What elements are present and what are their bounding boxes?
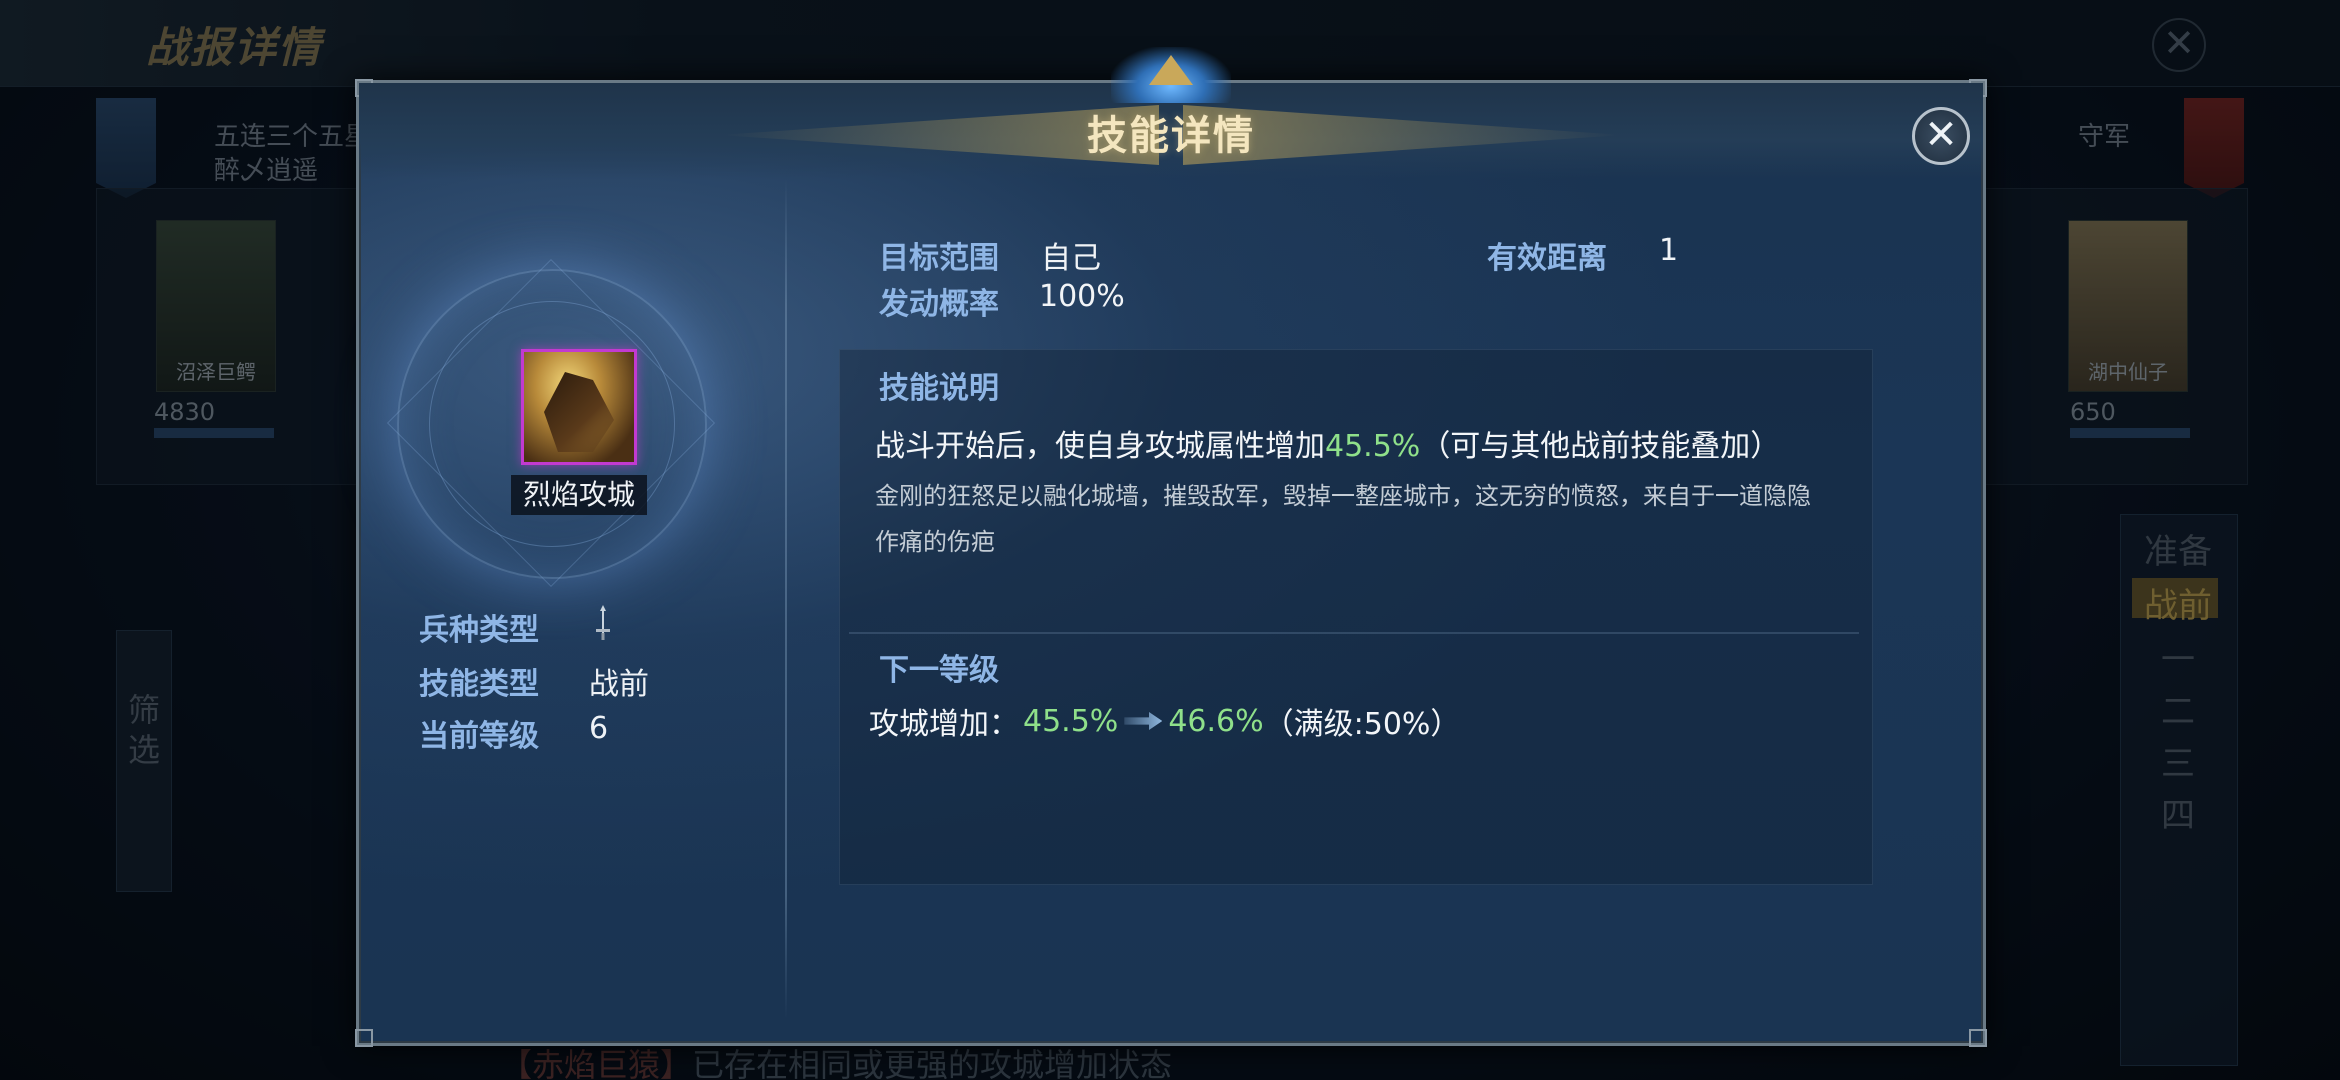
next-level-row: 攻城增加： 45.5% 46.6% （满级:50%） [869,699,1460,743]
archer-figure-icon [544,372,614,452]
skill-description-title: 技能说明 [879,371,999,406]
effect-prefix: 战斗开始后，使自身攻城属性增加 [875,429,1325,464]
section-divider [849,632,1859,634]
sword-troop-icon [596,605,610,640]
max-level-value: （满级:50%） [1263,707,1461,742]
effective-range-value: 1 [1659,233,1679,268]
current-level-label: 当前等级 [419,719,539,754]
trigger-chance-value: 100% [1039,279,1125,314]
current-level-value: 6 [589,711,609,746]
skill-type-value: 战前 [589,667,649,702]
skill-detail-modal: 技能详情 ✕ 烈焰攻城 兵种类型 技能类型 战前 当前等级 6 目标范围 自己 [355,47,1987,1047]
skill-name: 烈焰攻城 [511,475,647,515]
skill-effect-text: 战斗开始后，使自身攻城属性增加45.5%（可与其他战前技能叠加） [875,421,1855,465]
current-value: 45.5% [1023,703,1119,739]
skill-type-label: 技能类型 [419,667,539,702]
column-divider [785,179,787,1019]
flame-siege-skill-icon [521,349,637,465]
frame-corner [1969,1029,1987,1047]
troop-type-label: 兵种类型 [419,613,539,648]
modal-title: 技能详情 [1087,112,1255,159]
next-level-stat-label: 攻城增加： [869,707,1019,742]
battle-report-screen: 战报详情 ✕ 五连三个五星 醉乄逍遥 守军 沼泽巨鳄 4830 湖中仙子 650… [0,0,2340,1080]
skill-summary: 烈焰攻城 兵种类型 技能类型 战前 当前等级 6 [359,179,785,1039]
arrow-right-icon [1124,712,1163,730]
effect-value: 45.5% [1325,429,1421,464]
target-range-label: 目标范围 [879,241,999,276]
skill-flavor-text: 金刚的狂怒足以融化城墙，摧毁敌军，毁掉一整座城市，这无穷的愤怒，来自于一道隐隐作… [875,482,1811,556]
crest-icon [1149,55,1193,85]
next-level-title: 下一等级 [879,653,999,688]
next-value: 46.6% [1168,703,1264,739]
effective-range-label: 有效距离 [1487,241,1607,276]
close-icon[interactable]: ✕ [1912,107,1970,165]
target-range-value: 自己 [1041,241,1101,276]
effect-suffix: （可与其他战前技能叠加） [1420,429,1781,464]
trigger-chance-label: 发动概率 [879,287,999,322]
